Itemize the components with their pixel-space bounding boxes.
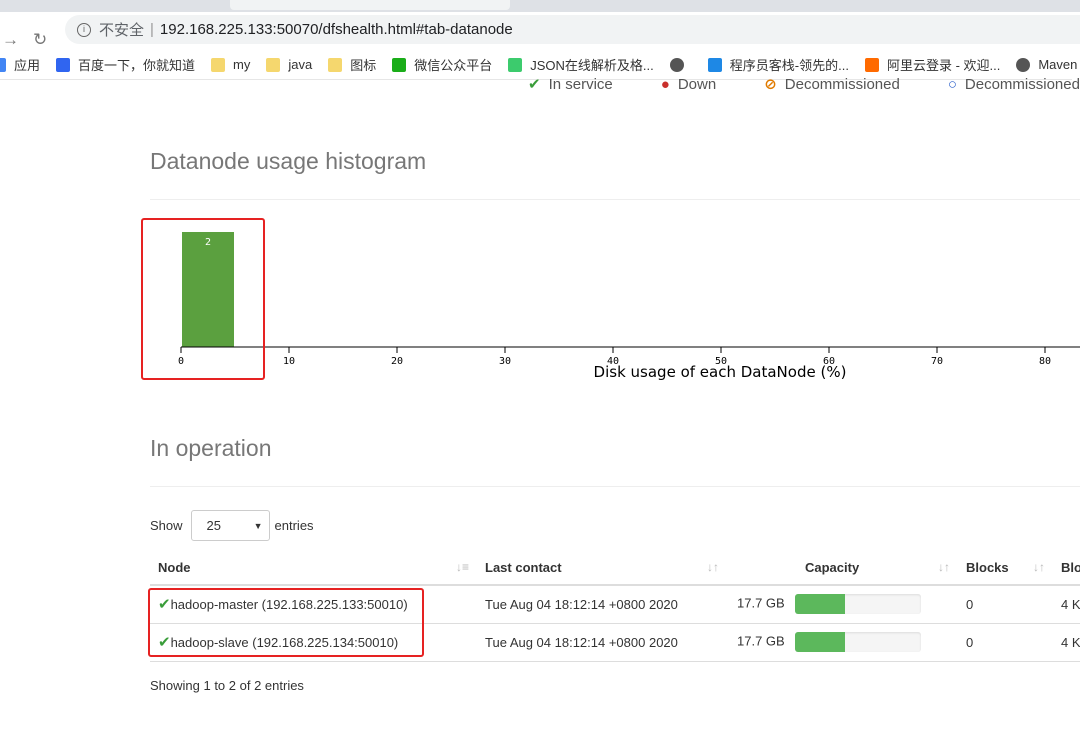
legend-icon: ⊘ xyxy=(764,78,777,92)
url-text[interactable]: 192.168.225.133:50070/dfshealth.html#tab… xyxy=(160,21,513,38)
last-contact-cell: Tue Aug 04 18:12:14 +0800 2020 xyxy=(477,623,727,662)
bookmark-icon xyxy=(0,57,6,72)
bookmark-icon xyxy=(266,57,281,72)
bookmark-icon xyxy=(669,57,684,72)
x-tick-label: 70 xyxy=(931,356,943,367)
bookmark-item[interactable]: 百度一下，你就知道 xyxy=(56,55,195,74)
page-length-control: Show 25 ▼ entries xyxy=(150,510,314,541)
histogram-heading: Datanode usage histogram xyxy=(150,148,427,174)
bookmark-item[interactable]: Maven xyxy=(1016,57,1077,72)
bookmark-icon xyxy=(392,57,407,72)
tab-strip xyxy=(0,0,1080,12)
capacity-cell: 17.7 GB xyxy=(727,623,958,662)
separator: | xyxy=(150,21,154,38)
highlight-box xyxy=(141,218,265,380)
last-contact-cell: Tue Aug 04 18:12:14 +0800 2020 xyxy=(477,585,727,624)
bookmark-item[interactable]: 应用 xyxy=(0,55,40,74)
reload-icon[interactable]: ↻ xyxy=(33,30,47,50)
bookmark-icon xyxy=(707,57,722,72)
column-node[interactable]: Node ↓≡ xyxy=(150,550,477,586)
capacity-bar-fill xyxy=(794,632,846,652)
legend-icon: ○ xyxy=(947,78,957,92)
bookmark-label: 应用 xyxy=(14,58,41,73)
divider xyxy=(150,486,1080,487)
column-blocks[interactable]: Blocks ↓↑ xyxy=(958,550,1053,586)
bookmark-label: 阿里云登录 - 欢迎... xyxy=(886,58,1001,73)
bookmark-label: java xyxy=(288,57,313,72)
sort-desc-icon[interactable]: ↓≡ xyxy=(456,560,469,574)
legend-item: ⊘ Decommissioned xyxy=(764,78,900,92)
bookmark-icon xyxy=(56,57,71,72)
column-block-pool[interactable]: Blo xyxy=(1053,550,1080,586)
x-tick-label: 80 xyxy=(1039,356,1051,367)
bookmark-item[interactable] xyxy=(669,57,692,72)
capacity-bar xyxy=(794,632,921,652)
x-tick-label: 10 xyxy=(283,356,295,367)
table-info: Showing 1 to 2 of 2 entries xyxy=(150,678,304,693)
operation-heading: In operation xyxy=(150,435,272,461)
bookmark-icon xyxy=(328,57,343,72)
caret-down-icon: ▼ xyxy=(253,520,263,531)
bookmark-label: JSON在线解析及格... xyxy=(530,58,654,73)
column-capacity[interactable]: Capacity ↓↑ xyxy=(727,550,958,586)
legend-icon: ✔ xyxy=(528,78,541,92)
bookmark-icon xyxy=(864,57,879,72)
block-pool-cell: 4 K xyxy=(1053,585,1080,624)
bookmark-label: 微信公众平台 xyxy=(414,58,493,73)
x-axis-label: Disk usage of each DataNode (%) xyxy=(594,363,847,381)
sort-icon[interactable]: ↓↑ xyxy=(938,560,950,574)
bookmark-icon xyxy=(1016,57,1031,72)
bookmark-item[interactable]: my xyxy=(211,57,250,72)
entries-label: entries xyxy=(274,518,314,533)
page-size-value: 25 xyxy=(206,518,221,533)
divider xyxy=(150,199,1080,200)
bookmark-item[interactable]: 微信公众平台 xyxy=(392,55,492,74)
blocks-cell: 0 xyxy=(958,585,1053,624)
bookmark-label: 图标 xyxy=(350,58,377,73)
status-legend: ✔ In service ● Down ⊘ Decommissioned ○ Decommis… xyxy=(528,78,1080,92)
bookmarks-bar: 应用 百度一下，你就知道 my java 图标 微信公众平台 JSON在线解析及格... 程序… xyxy=(0,50,1077,80)
sort-icon[interactable]: ↓↑ xyxy=(1033,560,1045,574)
column-last-contact[interactable]: Last contact ↓↑ xyxy=(477,550,727,586)
capacity-bar xyxy=(794,594,921,615)
bookmark-icon xyxy=(211,57,226,72)
bookmark-label: 百度一下，你就知道 xyxy=(78,58,196,73)
forward-icon[interactable]: → xyxy=(2,30,19,50)
bookmark-item[interactable]: 程序员客栈-领先的... xyxy=(707,55,849,74)
blocks-cell: 0 xyxy=(958,623,1053,662)
highlight-box xyxy=(148,588,424,657)
bookmark-label: my xyxy=(233,57,251,72)
bookmark-item[interactable]: 图标 xyxy=(328,55,376,74)
x-tick-label: 20 xyxy=(391,356,403,367)
insecure-label: 不安全 xyxy=(99,22,145,39)
info-icon[interactable]: i xyxy=(77,22,91,37)
address-bar[interactable]: i 不安全 | 192.168.225.133:50070/dfshealth.… xyxy=(65,15,1080,44)
capacity-bar-fill xyxy=(794,594,846,615)
legend-icon: ● xyxy=(660,78,670,92)
bookmark-item[interactable]: 阿里云登录 - 欢迎... xyxy=(864,55,1001,74)
page-size-select[interactable]: 25 ▼ xyxy=(190,510,270,541)
bookmark-icon xyxy=(508,57,523,72)
browser-tab[interactable] xyxy=(230,0,510,10)
legend-item: ✔ In service xyxy=(528,78,613,92)
bookmark-label: 程序员客栈-领先的... xyxy=(729,58,849,73)
sort-icon[interactable]: ↓↑ xyxy=(707,560,719,574)
legend-item: ○Decommissioned & dead xyxy=(947,78,1080,92)
capacity-cell: 17.7 GB xyxy=(727,585,958,624)
bookmark-label: Maven xyxy=(1038,57,1078,72)
legend-item: ● Down xyxy=(660,78,717,92)
x-tick-label: 30 xyxy=(499,356,511,367)
block-pool-cell: 4 K xyxy=(1053,623,1080,662)
show-label: Show xyxy=(150,518,183,533)
bookmark-item[interactable]: JSON在线解析及格... xyxy=(508,55,654,74)
bookmark-item[interactable]: java xyxy=(266,57,312,72)
